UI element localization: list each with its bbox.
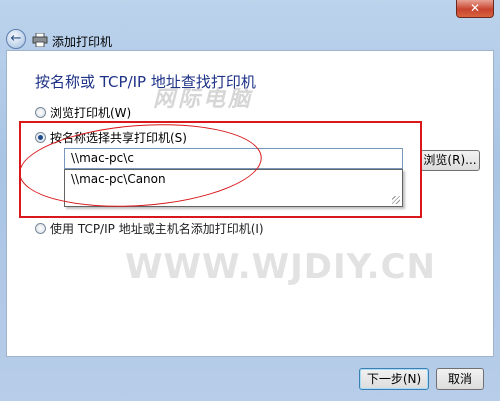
printer-icon: [32, 33, 48, 47]
option-browse-label: 浏览打印机(W): [50, 106, 132, 120]
page-heading: 按名称或 TCP/IP 地址查找打印机: [35, 73, 256, 91]
option-tcpip-label: 使用 TCP/IP 地址或主机名添加打印机(I): [50, 222, 264, 236]
button-bar: 下一步(N) 取消: [0, 357, 500, 401]
back-button[interactable]: ←: [6, 29, 26, 49]
browse-button[interactable]: 浏览(R)...: [420, 150, 480, 171]
cancel-button[interactable]: 取消: [436, 368, 484, 390]
title-bar: ✕ ← 添加打印机: [0, 0, 500, 50]
dialog-window: ✕ ← 添加打印机 网际电脑 按名称或 TCP/IP 地址查找打印机 浏览打印机…: [0, 0, 500, 401]
radio-browse[interactable]: [35, 107, 46, 118]
option-browse-printers[interactable]: 浏览打印机(W): [35, 104, 131, 121]
next-button[interactable]: 下一步(N): [359, 368, 429, 390]
content-panel: 网际电脑 按名称或 TCP/IP 地址查找打印机 浏览打印机(W) 按名称选择共…: [6, 50, 494, 357]
option-tcpip[interactable]: 使用 TCP/IP 地址或主机名添加打印机(I): [35, 220, 264, 237]
back-arrow-icon: ←: [10, 31, 22, 46]
watermark-center: WWW.WJDIY.CN: [125, 247, 436, 287]
window-title: 添加打印机: [52, 35, 113, 49]
close-button[interactable]: ✕: [456, 0, 494, 18]
radio-tcpip[interactable]: [35, 223, 46, 234]
